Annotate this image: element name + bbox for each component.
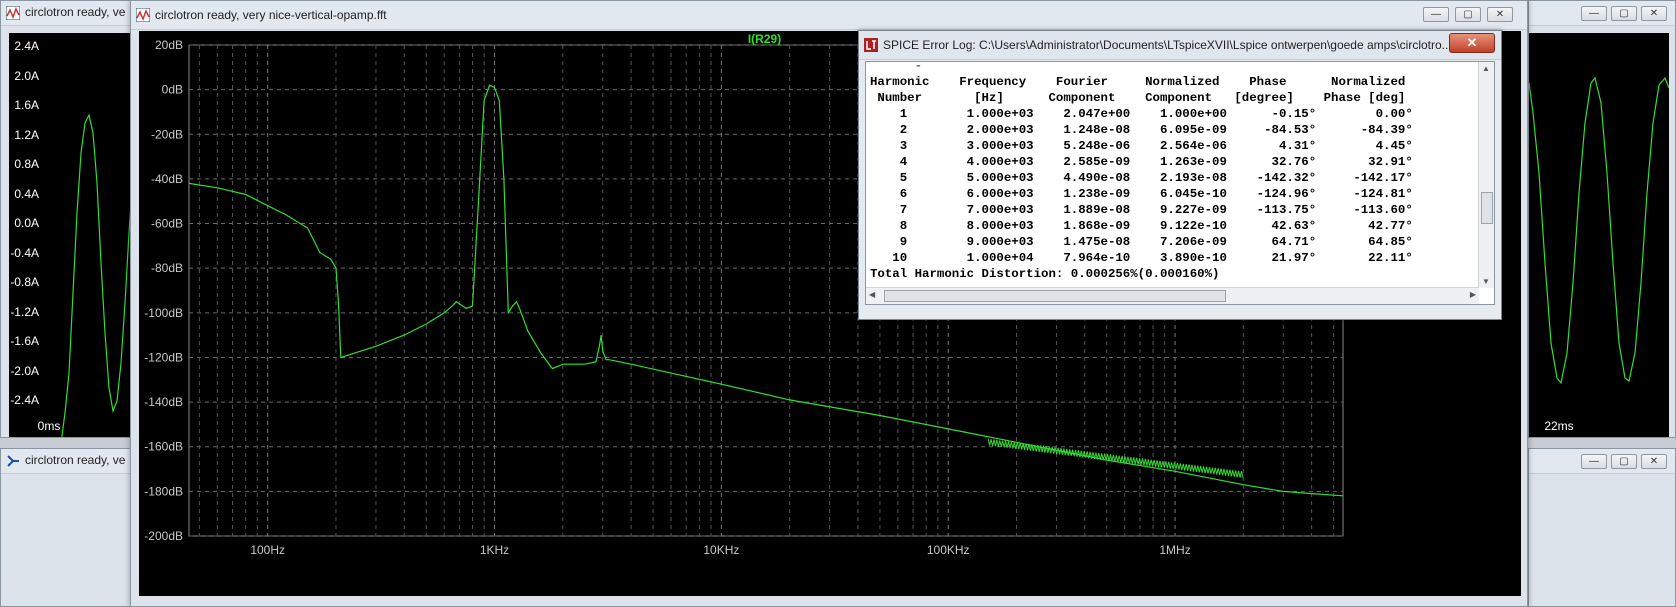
left-y-tick: 1.2A: [14, 127, 39, 142]
maximize-button[interactable]: ▢: [1611, 6, 1637, 21]
maximize-button[interactable]: ▢: [1455, 7, 1481, 22]
y-tick-label: -40dB: [151, 172, 183, 186]
log-row: 3 3.000e+03 5.248e-06 2.564e-06 4.31° 4.…: [870, 139, 1413, 153]
y-tick-label: -120dB: [144, 350, 183, 364]
left-y-tick: 2.4A: [14, 39, 39, 53]
error-log-text-area[interactable]: - Harmonic Frequency Fourier Normalized …: [865, 61, 1495, 305]
left-y-tick: 0.4A: [14, 186, 39, 201]
y-tick-label: -20dB: [151, 127, 183, 141]
scroll-left-arrow[interactable]: ◀: [869, 290, 875, 299]
bottom-right-window: — ▢ ✕: [1528, 448, 1676, 607]
right-waveform-trace: [1529, 76, 1669, 385]
left-window-title: circlotron ready, ve: [25, 5, 126, 19]
fft-window-title: circlotron ready, very nice-vertical-opa…: [155, 8, 387, 22]
ltspice-icon: [864, 38, 878, 52]
waveform-app-icon: [136, 8, 150, 22]
log-row: 9 9.000e+03 1.475e-08 7.206e-09 64.71° 6…: [870, 235, 1413, 249]
log-row: 1 1.000e+03 2.047e+00 1.000e+00 -0.15° 0…: [870, 107, 1413, 121]
right-waveform: [1529, 76, 1669, 385]
x-tick-label: 100KHz: [927, 543, 970, 557]
log-row: 8 8.000e+03 1.868e-09 9.122e-10 42.63° 4…: [870, 219, 1413, 233]
minimize-button[interactable]: —: [1423, 7, 1449, 22]
error-log-content: - Harmonic Frequency Fourier Normalized …: [870, 61, 1413, 281]
log-row: 6 6.000e+03 1.238e-09 6.045e-10 -124.96°…: [870, 187, 1413, 201]
x-tick-label: 100Hz: [250, 543, 285, 557]
bottom-left-window: circlotron ready, ve: [0, 448, 140, 607]
waveform-app-icon: [6, 6, 20, 20]
fft-noise-band: [987, 438, 1244, 479]
left-y-tick: -2.0A: [10, 363, 39, 378]
left-y-tick: -0.4A: [10, 245, 39, 260]
bottom-left-titlebar[interactable]: circlotron ready, ve: [1, 449, 139, 474]
left-y-tick: 2.0A: [14, 68, 39, 83]
maximize-button[interactable]: ▢: [1611, 454, 1637, 469]
scroll-thumb[interactable]: [1481, 192, 1493, 224]
error-log-titlebar[interactable]: SPICE Error Log: C:\Users\Administrator\…: [859, 31, 1501, 60]
y-tick-label: 0dB: [162, 83, 183, 97]
trace-title: I(R29): [748, 32, 781, 46]
log-row: 7 7.000e+03 1.889e-08 9.227e-09 -113.75°…: [870, 203, 1413, 217]
log-thd-line: Total Harmonic Distortion: 0.000256%(0.0…: [870, 267, 1220, 281]
x-tick-label: 10KHz: [703, 543, 739, 557]
log-header-line-1: Harmonic Frequency Fourier Normalized Ph…: [870, 75, 1406, 89]
close-button[interactable]: ✕: [1641, 454, 1667, 469]
x-tick-label: 1KHz: [480, 543, 509, 557]
log-row: 4 4.000e+03 2.585e-09 1.263e-09 32.76° 3…: [870, 155, 1413, 169]
right-x-tick: 22ms: [1544, 419, 1574, 433]
y-tick-label: -100dB: [144, 306, 183, 320]
error-log-title: SPICE Error Log: C:\Users\Administrator\…: [883, 38, 1452, 52]
left-y-tick: 0.8A: [14, 157, 39, 171]
x-tick-label: 1MHz: [1159, 543, 1190, 557]
left-y-tick: -1.2A: [10, 304, 39, 319]
left-plot-window: circlotron ready, ve 2.4A 2.0A 1.6A 1.2A 0.8…: [0, 0, 140, 438]
right-window-titlebar[interactable]: — ▢ ✕: [1529, 1, 1675, 26]
right-plot-window: — ▢ ✕ 22ms: [1528, 0, 1676, 438]
log-row: 5 5.000e+03 4.490e-08 2.193e-08 -142.32°…: [870, 171, 1413, 185]
fft-window-titlebar[interactable]: circlotron ready, very nice-vertical-opa…: [131, 1, 1527, 30]
log-header-line-2: Number [Hz] Component Component [degree]…: [870, 91, 1406, 105]
close-button[interactable]: ✕: [1449, 33, 1495, 53]
bottom-right-titlebar[interactable]: — ▢ ✕: [1529, 449, 1675, 474]
minimize-button[interactable]: —: [1581, 454, 1607, 469]
left-waveform-trace: [61, 113, 139, 437]
vertical-scrollbar[interactable]: ▲ ▼: [1478, 62, 1494, 288]
spice-error-log-dialog: SPICE Error Log: C:\Users\Administrator\…: [858, 30, 1502, 320]
left-y-tick: 1.6A: [14, 98, 39, 112]
scroll-hthumb[interactable]: [884, 290, 1226, 302]
y-tick-label: -60dB: [151, 217, 183, 231]
y-tick-label: -160dB: [144, 440, 183, 454]
minimize-button[interactable]: —: [1581, 6, 1607, 21]
close-button[interactable]: ✕: [1641, 6, 1667, 21]
left-window-titlebar[interactable]: circlotron ready, ve: [1, 1, 139, 26]
y-tick-label: -180dB: [144, 484, 183, 498]
left-y-tick: -0.8A: [10, 275, 39, 289]
bottom-left-title: circlotron ready, ve: [25, 453, 126, 467]
scroll-right-arrow[interactable]: ▶: [1470, 290, 1476, 299]
right-plot-area[interactable]: [1529, 33, 1669, 437]
schematic-app-icon: [7, 455, 19, 467]
scroll-up-arrow[interactable]: ▲: [1482, 64, 1490, 73]
left-y-tick: 0.0A: [14, 216, 39, 230]
y-tick-label: -140dB: [144, 395, 183, 409]
y-tick-label: 20dB: [155, 38, 183, 52]
scroll-down-arrow[interactable]: ▼: [1482, 277, 1490, 286]
y-tick-label: -80dB: [151, 261, 183, 275]
close-button[interactable]: ✕: [1487, 7, 1513, 22]
horizontal-scrollbar[interactable]: ◀ ▶: [866, 287, 1479, 304]
left-y-tick: -1.6A: [10, 334, 39, 348]
y-tick-label: -200dB: [144, 529, 183, 543]
left-y-tick: -2.4A: [10, 393, 39, 407]
log-row: 2 2.000e+03 1.248e-08 6.095e-09 -84.53° …: [870, 123, 1413, 137]
left-x-tick: 0ms: [37, 419, 61, 433]
log-row: 10 1.000e+04 7.964e-10 3.890e-10 21.97° …: [870, 251, 1413, 265]
